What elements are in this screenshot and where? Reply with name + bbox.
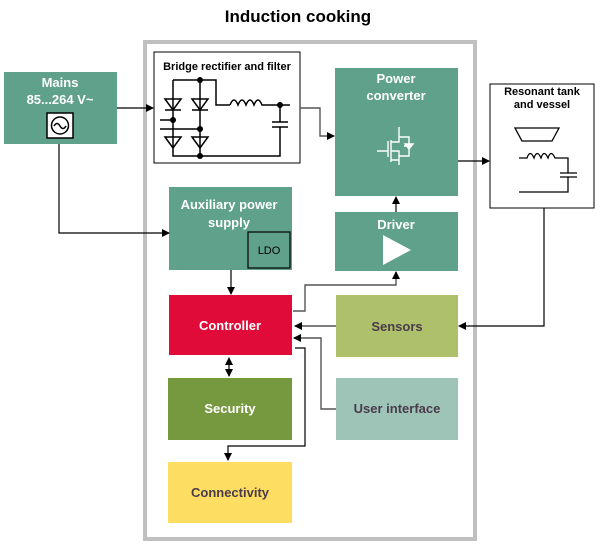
bridge-label: Bridge rectifier and filter: [163, 61, 291, 73]
mains-block: Mains 85...264 V~: [4, 72, 117, 144]
power-converter-label-2: converter: [366, 88, 425, 103]
resonant-tank-label-2: and vessel: [514, 99, 570, 111]
diagram-title: Induction cooking: [225, 7, 371, 26]
arrow-ui-to-controller: [293, 334, 336, 410]
resonant-tank-label-1: Resonant tank: [504, 86, 581, 98]
ac-source-icon: [46, 112, 74, 139]
auxiliary-power-supply-block: Auxiliary power supply LDO: [169, 187, 292, 270]
resonant-tank-block: Resonant tank and vessel: [489, 83, 595, 209]
aux-label-2: supply: [208, 215, 251, 230]
connectivity-block: Connectivity: [168, 462, 292, 523]
power-converter-label-1: Power: [376, 71, 415, 86]
driver-label: Driver: [377, 217, 415, 232]
controller-label: Controller: [199, 318, 261, 333]
induction-cooking-diagram: Induction cooking Mains 85...264 V~ Brid…: [4, 7, 595, 541]
bridge-rectifier-block: Bridge rectifier and filter: [153, 51, 301, 164]
sensors-label: Sensors: [371, 319, 422, 334]
security-block: Security: [168, 378, 292, 440]
arrow-mains-to-aux: [58, 144, 170, 237]
controller-block: Controller: [169, 295, 292, 355]
connectors: [58, 104, 545, 461]
aux-label-1: Auxiliary power: [181, 197, 278, 212]
connectivity-label: Connectivity: [191, 485, 270, 500]
mains-voltage: 85...264 V~: [27, 92, 94, 107]
ldo-label: LDO: [258, 245, 281, 257]
driver-block: Driver: [335, 212, 458, 271]
mains-label: Mains: [42, 75, 79, 90]
arrow-bridge-to-converter: [300, 107, 335, 140]
sensors-block: Sensors: [336, 295, 458, 357]
user-interface-block: User interface: [336, 378, 458, 440]
security-label: Security: [204, 401, 256, 416]
arrow-tank-to-sensors: [458, 208, 545, 330]
power-converter-block: Power converter: [335, 68, 458, 196]
user-interface-label: User interface: [354, 401, 441, 416]
